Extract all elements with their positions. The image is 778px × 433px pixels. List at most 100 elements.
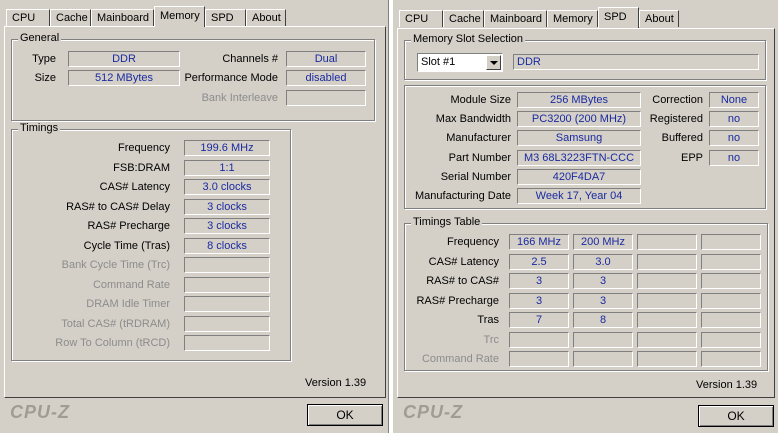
timing-label: Command Rate: [92, 278, 170, 291]
timing-value: 3 clocks: [184, 218, 270, 234]
timings-table-cell: [701, 351, 761, 367]
slot-memory-type: DDR: [513, 54, 759, 70]
tab-cache[interactable]: Cache: [443, 10, 484, 27]
timing-label: RAS# to CAS# Delay: [66, 200, 170, 213]
timing-label: Frequency: [118, 142, 170, 154]
timings-group-title: Timings: [18, 122, 61, 134]
timings-table-cell: 8: [573, 312, 633, 328]
tab-memory[interactable]: Memory: [547, 10, 598, 27]
timing-label: Total CAS# (tRDRAM): [61, 317, 170, 330]
timing-label: CAS# Latency: [99, 181, 170, 193]
tab-cache[interactable]: Cache: [50, 9, 91, 26]
timings-table-cell: [637, 312, 697, 328]
version-label: Version 1.39: [696, 379, 758, 391]
timings-table-row-label: RAS# to CAS#: [426, 275, 499, 287]
manufacturer-label: Manufacturer: [446, 132, 511, 144]
timing-value: 199.6 MHz: [184, 140, 270, 156]
ok-button[interactable]: OK: [698, 405, 774, 427]
memory-slot-selection-group: Memory Slot Selection Slot #1 DDR: [404, 33, 766, 80]
manufacturing-date-label: Manufacturing Date: [415, 190, 511, 202]
timings-group: Timings Frequency 199.6 MHz FSB:DRAM 1:1 CAS…: [11, 122, 291, 361]
timing-value: 3.0 clocks: [184, 179, 270, 195]
tab-about[interactable]: About: [639, 10, 679, 27]
tab-spd[interactable]: SPD: [205, 9, 246, 26]
version-label: Version 1.39: [305, 377, 367, 389]
module-size-value: 256 MBytes: [517, 92, 641, 108]
timings-table-cell: [701, 292, 761, 309]
timings-table-row-label: Frequency: [447, 236, 499, 248]
timings-table-cell: [637, 292, 697, 309]
bank-interleave-value: [286, 90, 366, 106]
timings-table-cell: [701, 234, 761, 250]
timings-table-cell: 3: [573, 292, 633, 309]
registered-label: Registered: [649, 113, 703, 125]
timing-label: RAS# Precharge: [87, 220, 170, 232]
timing-value: [184, 276, 270, 293]
tab-cpu[interactable]: CPU: [399, 10, 443, 27]
type-value: DDR: [68, 51, 180, 67]
timings-table-cell: [701, 253, 761, 270]
channels-value: Dual: [286, 51, 366, 67]
correction-value: None: [709, 92, 759, 108]
slot-selection-title: Memory Slot Selection: [411, 33, 526, 45]
type-label: Type: [32, 53, 56, 65]
performance-mode-label: Performance Mode: [184, 72, 278, 84]
tab-panel-spd: Memory Slot Selection Slot #1 DDR Module…: [397, 28, 775, 398]
timings-table-cell: [637, 253, 697, 270]
timing-label: Cycle Time (Tras): [83, 239, 170, 252]
module-info-group: Module Size 256 MBytes Max Bandwidth PC3…: [404, 85, 766, 209]
timing-value: 3 clocks: [184, 198, 270, 215]
cpuz-logo: CPU-Z: [10, 402, 70, 422]
timings-table-cell: [573, 331, 633, 348]
tab-spd[interactable]: SPD: [598, 7, 639, 28]
timing-value: [184, 257, 270, 273]
timings-table-row-label: Command Rate: [421, 353, 499, 365]
timings-table-cell: [573, 351, 633, 367]
timings-table-cell: 7: [509, 312, 569, 328]
buffered-label: Buffered: [661, 132, 703, 144]
timings-table-title: Timings Table: [411, 216, 483, 228]
timings-table-row-label: CAS# Latency: [428, 255, 499, 268]
timings-table-cell: [509, 331, 569, 348]
timing-label: FSB:DRAM: [113, 161, 170, 174]
timings-table-cell: 3.0: [573, 253, 633, 270]
timings-table-cell: [701, 312, 761, 328]
cpuz-logo: CPU-Z: [403, 402, 463, 422]
slot-select-value: Slot #1: [421, 56, 456, 68]
timing-value: [184, 296, 270, 312]
timings-table-cell: 3: [573, 273, 633, 289]
size-label: Size: [34, 72, 56, 84]
tab-mainboard[interactable]: Mainboard: [91, 9, 154, 26]
timings-table-cell: [637, 331, 697, 348]
tab-cpu[interactable]: CPU: [6, 9, 50, 26]
general-group: General Type DDR Size 512 MBytes Channel…: [11, 32, 375, 121]
general-group-title: General: [18, 32, 62, 44]
tab-memory[interactable]: Memory: [154, 6, 205, 27]
timing-value: 1:1: [184, 159, 270, 176]
tab-mainboard[interactable]: Mainboard: [484, 10, 547, 27]
chevron-down-icon[interactable]: [486, 55, 501, 70]
tab-about[interactable]: About: [246, 9, 286, 26]
timings-table-cell: [701, 331, 761, 348]
timings-table-cell: 2.5: [509, 253, 569, 270]
timings-table-cell: 200 MHz: [573, 234, 633, 250]
timings-table-row-label: Trc: [483, 333, 499, 346]
timings-table-cell: [637, 234, 697, 250]
timings-table-cell: 166 MHz: [509, 234, 569, 250]
channels-label: Channels #: [222, 53, 278, 65]
timings-table-group: Timings Table Frequency 166 MHz 200 MHz CAS…: [404, 216, 768, 371]
ok-button[interactable]: OK: [307, 404, 383, 426]
bank-interleave-label: Bank Interleave: [201, 92, 278, 104]
timing-value: [184, 315, 270, 332]
correction-label: Correction: [652, 94, 703, 106]
epp-label: EPP: [680, 152, 703, 164]
timing-label: Bank Cycle Time (Trc): [61, 259, 170, 271]
timings-table-cell: [509, 351, 569, 367]
part-number-label: Part Number: [448, 152, 511, 164]
performance-mode-value: disabled: [286, 70, 366, 86]
timing-label: DRAM Idle Timer: [86, 298, 170, 310]
registered-value: no: [709, 111, 759, 127]
serial-number-label: Serial Number: [440, 171, 511, 183]
timings-table-cell: [637, 273, 697, 289]
slot-select[interactable]: Slot #1: [417, 53, 503, 72]
